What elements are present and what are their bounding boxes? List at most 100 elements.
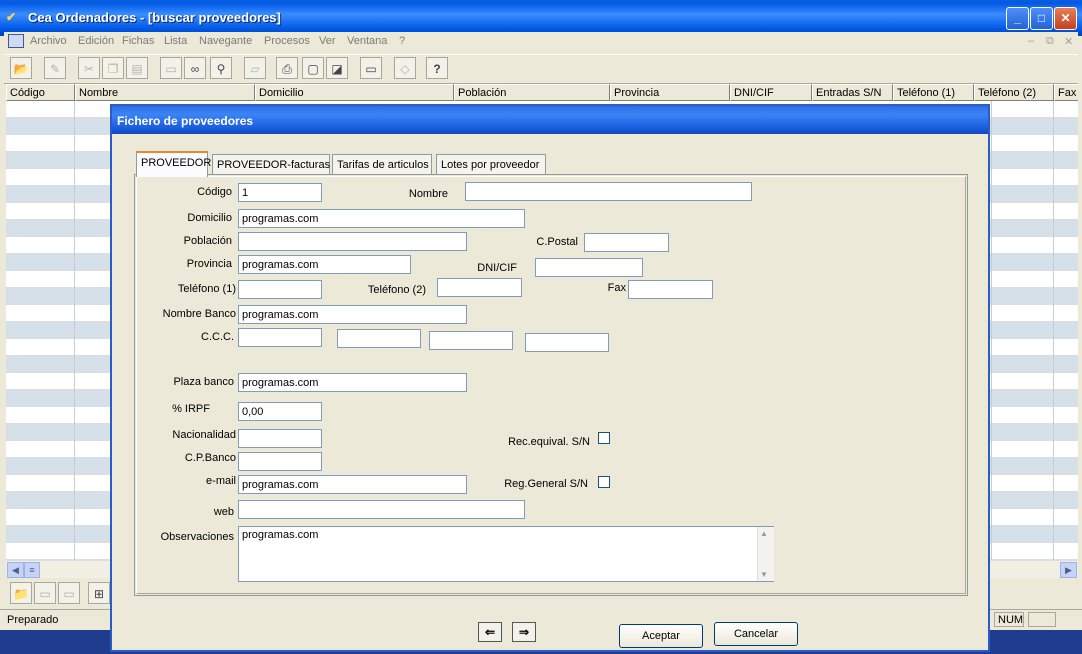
tab-proveedor-facturas[interactable]: PROVEEDOR-facturas (212, 154, 330, 176)
tab-lotes-proveedor[interactable]: Lotes por proveedor (436, 154, 546, 176)
menu-fichas[interactable]: Fichas (122, 35, 154, 47)
print-preview-icon[interactable]: ▢ (302, 57, 324, 79)
previous-record-button[interactable]: ⇐ (478, 622, 502, 642)
maximize-button[interactable]: □ (1030, 7, 1053, 30)
dialog-title-bar[interactable]: Fichero de proveedores (112, 106, 988, 134)
grid-divider (1053, 101, 1054, 560)
window-icon[interactable]: ▭ (160, 57, 182, 79)
menu-procesos[interactable]: Procesos (264, 35, 310, 47)
telefono1-field[interactable] (238, 280, 322, 299)
column-header-domicilio[interactable]: Domicilio (255, 84, 454, 101)
scanner-icon[interactable]: ▱ (244, 57, 266, 79)
copy-icon[interactable]: ❐ (102, 57, 124, 79)
ccc-office-field[interactable] (337, 329, 421, 348)
next-record-button[interactable]: ⇒ (512, 622, 536, 642)
scroll-left-icon[interactable]: ◀ (7, 562, 24, 578)
num-lock-indicator: NUM (994, 612, 1024, 627)
telefono2-field[interactable] (437, 278, 522, 297)
column-header-provincia[interactable]: Provincia (610, 84, 730, 101)
label-nombre-banco: Nombre Banco (162, 308, 236, 320)
paste-icon[interactable]: ▤ (126, 57, 148, 79)
edit-icon[interactable]: ✎ (44, 57, 66, 79)
nacionalidad-field[interactable] (238, 429, 322, 448)
label-irpf: % IRPF (172, 403, 210, 415)
fax-field[interactable] (628, 280, 713, 299)
mdi-restore-icon[interactable]: ⧉ (1046, 35, 1054, 48)
accept-button[interactable]: Aceptar (619, 624, 703, 648)
observaciones-scrollbar[interactable]: ▲ ▼ (757, 527, 774, 581)
column-header-entradas[interactable]: Entradas S/N (812, 84, 893, 101)
magnifier-icon[interactable]: ⚲ (210, 57, 232, 79)
dialog-title: Fichero de proveedores (117, 114, 254, 128)
scroll-right-icon[interactable]: ▶ (1060, 562, 1077, 578)
column-header-dnicif[interactable]: DNI/CIF (730, 84, 812, 101)
open-folder-icon[interactable]: 📂 (10, 57, 32, 79)
column-header-fax[interactable]: Fax (1054, 84, 1078, 101)
window-title-bar[interactable]: ✔ Cea Ordenadores - [buscar proveedores]… (0, 0, 1082, 36)
codigo-field[interactable] (238, 183, 322, 202)
label-poblacion: Población (183, 235, 232, 247)
printer-icon[interactable]: ⎙ (276, 57, 298, 79)
column-header-telefono1[interactable]: Teléfono (1) (893, 84, 974, 101)
tab-tarifas-articulos[interactable]: Tarifas de articulos (332, 154, 432, 176)
ccc-entity-field[interactable] (238, 328, 322, 347)
tag-icon[interactable]: ◇ (394, 57, 416, 79)
tree-icon[interactable]: ⊞ (88, 582, 110, 604)
label-provincia: Provincia (186, 258, 232, 270)
observaciones-field[interactable]: programas.com (238, 526, 774, 582)
label-telefono1: Teléfono (1) (177, 283, 236, 295)
label-ccc: C.C.C. (201, 331, 234, 343)
help-icon[interactable]: ? (426, 57, 448, 79)
status-panel (1028, 612, 1056, 627)
nombre-banco-field[interactable] (238, 305, 467, 324)
plaza-banco-field[interactable] (238, 373, 467, 392)
export-icon[interactable]: ◪ (326, 57, 348, 79)
irpf-field[interactable] (238, 402, 322, 421)
column-header-codigo[interactable]: Código (6, 84, 75, 101)
column-header-poblacion[interactable]: Población (454, 84, 610, 101)
document-icon[interactable] (8, 34, 24, 48)
menu-ventana[interactable]: Ventana (347, 35, 387, 47)
scroll-down-icon[interactable]: ▼ (760, 570, 768, 579)
window-title: Cea Ordenadores - [buscar proveedores] (28, 10, 281, 25)
poblacion-field[interactable] (238, 232, 467, 251)
cancel-button[interactable]: Cancelar (714, 622, 798, 646)
mdi-minimize-icon[interactable]: – (1028, 35, 1034, 47)
column-header-nombre[interactable]: Nombre (75, 84, 255, 101)
menu-navegante[interactable]: Navegante (199, 35, 252, 47)
provincia-field[interactable] (238, 255, 411, 274)
reg-general-checkbox[interactable] (598, 476, 610, 488)
domicilio-field[interactable] (238, 209, 525, 228)
nombre-field[interactable] (465, 182, 752, 201)
ccc-dc-field[interactable] (429, 331, 513, 350)
menu-help[interactable]: ? (399, 35, 405, 47)
new-folder-icon[interactable]: 📁 (10, 582, 32, 604)
scroll-up-icon[interactable]: ▲ (760, 529, 768, 538)
menu-archivo[interactable]: Archivo (30, 35, 67, 47)
app-icon[interactable]: ✔ (6, 10, 22, 24)
menu-ver[interactable]: Ver (319, 35, 336, 47)
monitor-icon[interactable]: ▭ (360, 57, 382, 79)
minimize-button[interactable]: _ (1006, 7, 1029, 30)
cp-banco-field[interactable] (238, 452, 322, 471)
dnicif-field[interactable] (535, 258, 643, 277)
menu-edicion[interactable]: Edición (78, 35, 114, 47)
folder-alt-icon[interactable]: ▭ (58, 582, 80, 604)
binoculars-icon[interactable]: ∞ (184, 57, 206, 79)
rec-equival-checkbox[interactable] (598, 432, 610, 444)
cpostal-field[interactable] (584, 233, 669, 252)
suppliers-dialog: Fichero de proveedores PROVEEDOR PROVEED… (110, 104, 990, 652)
folder-icon[interactable]: ▭ (34, 582, 56, 604)
label-rec-equival: Rec.equival. S/N (508, 436, 590, 448)
menu-lista[interactable]: Lista (164, 35, 187, 47)
tab-proveedor[interactable]: PROVEEDOR (136, 151, 211, 177)
ccc-account-field[interactable] (525, 333, 609, 352)
label-web: web (213, 506, 234, 518)
close-button[interactable]: ✕ (1054, 7, 1077, 30)
cut-icon[interactable]: ✂ (78, 57, 100, 79)
mdi-close-icon[interactable]: ✕ (1064, 35, 1073, 48)
web-field[interactable] (238, 500, 525, 519)
column-header-telefono2[interactable]: Teléfono (2) (974, 84, 1054, 101)
email-field[interactable] (238, 475, 467, 494)
scroll-thumb[interactable]: ≡ (24, 562, 40, 578)
